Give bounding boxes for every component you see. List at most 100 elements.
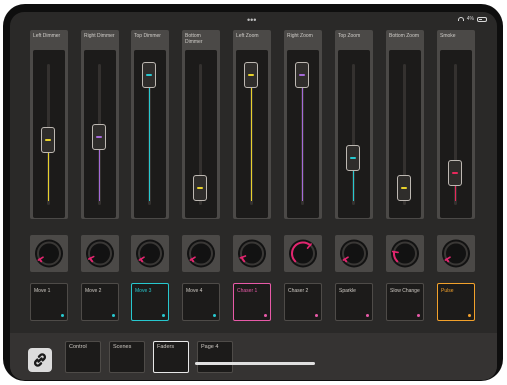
- home-indicator[interactable]: [195, 362, 315, 365]
- scene-pad-7[interactable]: Sparkle: [335, 283, 373, 321]
- fader-7[interactable]: Top Zoom: [335, 30, 373, 219]
- scene-pad-8[interactable]: Slow Change: [386, 283, 424, 321]
- rotary-knob-5[interactable]: [233, 235, 271, 272]
- rotary-knob-2[interactable]: [81, 235, 119, 272]
- fader-label: Smoke: [440, 33, 456, 39]
- fader-handle[interactable]: [244, 62, 258, 88]
- battery-icon: [477, 16, 487, 22]
- pad-status-dot: [468, 314, 471, 317]
- knob-dial: [442, 239, 470, 268]
- fader-handle-indicator: [96, 135, 102, 138]
- rotary-knob-3[interactable]: [131, 235, 169, 272]
- rotary-knob-7[interactable]: [335, 235, 373, 272]
- fader-handle-indicator: [452, 171, 458, 174]
- fader-6[interactable]: Right Zoom: [284, 30, 322, 219]
- fader-label: Right Dimmer: [84, 33, 115, 39]
- fader-3[interactable]: Top Dimmer: [131, 30, 169, 219]
- tab-label: Scenes: [113, 344, 132, 350]
- fader-2[interactable]: Right Dimmer: [81, 30, 119, 219]
- fader-8[interactable]: Bottom Zoom: [386, 30, 424, 219]
- rotary-knob-8[interactable]: [386, 235, 424, 272]
- scene-pad-9[interactable]: Pulse: [437, 283, 475, 321]
- pad-status-dot: [417, 314, 420, 317]
- fader-handle-indicator: [146, 74, 152, 76]
- knob-ring: [391, 239, 419, 268]
- fader-slot: [236, 50, 268, 218]
- pad-label: Slow Change: [390, 288, 420, 294]
- fader-slot: [185, 50, 217, 218]
- fader-handle[interactable]: [397, 175, 411, 202]
- fader-handle[interactable]: [346, 145, 360, 172]
- wifi-icon: [457, 17, 464, 21]
- multitasking-dots[interactable]: •••: [247, 16, 256, 25]
- fader-slot: [440, 50, 472, 218]
- knob-ring: [340, 239, 368, 268]
- pad-status-dot: [264, 314, 267, 317]
- fader-1[interactable]: Left Dimmer: [30, 30, 68, 219]
- page-tab-bar: Control Scenes Faders Page 4: [10, 333, 497, 380]
- scene-pad-5[interactable]: Chaser 1: [233, 283, 271, 321]
- fader-5[interactable]: Left Zoom: [233, 30, 271, 219]
- pad-label: Move 2: [85, 288, 102, 294]
- scene-pad-2[interactable]: Move 2: [81, 283, 119, 321]
- pad-label: Move 3: [135, 288, 152, 294]
- tab-faders[interactable]: Faders: [153, 341, 189, 373]
- fader-handle-indicator: [350, 157, 356, 160]
- tab-scenes[interactable]: Scenes: [109, 341, 145, 373]
- fader-slot: [338, 50, 370, 218]
- fader-handle[interactable]: [448, 159, 462, 186]
- pad-label: Chaser 2: [288, 288, 309, 294]
- rotary-knob-4[interactable]: [182, 235, 220, 272]
- fader-handle-indicator: [401, 187, 407, 190]
- fader-9[interactable]: Smoke: [437, 30, 475, 219]
- fader-track[interactable]: [352, 64, 355, 205]
- scene-pad-6[interactable]: Chaser 2: [284, 283, 322, 321]
- fader-label: Top Dimmer: [134, 33, 161, 39]
- fader-level-fill: [302, 75, 303, 201]
- pad-label: Pulse: [441, 288, 454, 294]
- knob-dial: [391, 239, 419, 268]
- knob-ring: [289, 239, 317, 268]
- knob-dial: [340, 239, 368, 268]
- pad-status-dot: [315, 314, 318, 317]
- link-button[interactable]: [28, 348, 52, 372]
- fader-handle[interactable]: [295, 62, 309, 88]
- tab-control[interactable]: Control: [65, 341, 101, 373]
- rotary-knob-6[interactable]: [284, 235, 322, 272]
- battery-percent: 4%: [466, 16, 474, 22]
- rotary-knob-1[interactable]: [30, 235, 68, 272]
- knob-ring: [136, 239, 164, 268]
- pad-status-dot: [213, 314, 216, 317]
- knob-ring: [442, 239, 470, 268]
- pad-label: Chaser 1: [237, 288, 258, 294]
- fader-handle-indicator: [299, 74, 305, 76]
- knob-ring: [187, 239, 215, 268]
- tab-page-4[interactable]: Page 4: [197, 341, 233, 373]
- fader-handle-indicator: [45, 139, 51, 142]
- fader-4[interactable]: Bottom Dimmer: [182, 30, 220, 219]
- knob-ring: [238, 239, 266, 268]
- fader-label: Right Zoom: [287, 33, 313, 39]
- knob-ring: [35, 239, 63, 268]
- fader-level-fill: [251, 75, 252, 201]
- pad-label: Move 4: [186, 288, 203, 294]
- scene-pad-4[interactable]: Move 4: [182, 283, 220, 321]
- fader-handle[interactable]: [92, 123, 106, 150]
- fader-handle[interactable]: [41, 127, 55, 154]
- fader-slot: [33, 50, 65, 218]
- fader-handle[interactable]: [193, 175, 207, 202]
- pad-status-dot: [162, 314, 165, 317]
- knob-dial: [187, 239, 215, 268]
- tab-label: Faders: [157, 344, 175, 350]
- fader-label: Left Dimmer: [33, 33, 61, 39]
- scene-pad-3[interactable]: Move 3: [131, 283, 169, 321]
- pad-status-dot: [112, 314, 115, 317]
- status-bar: 4%: [457, 16, 487, 22]
- chain-link-icon: [33, 353, 47, 367]
- knob-dial: [289, 239, 317, 268]
- fader-handle[interactable]: [142, 62, 156, 88]
- rotary-knob-9[interactable]: [437, 235, 475, 272]
- scene-pad-1[interactable]: Move 1: [30, 283, 68, 321]
- tab-label: Page 4: [201, 344, 219, 350]
- pad-status-dot: [61, 314, 64, 317]
